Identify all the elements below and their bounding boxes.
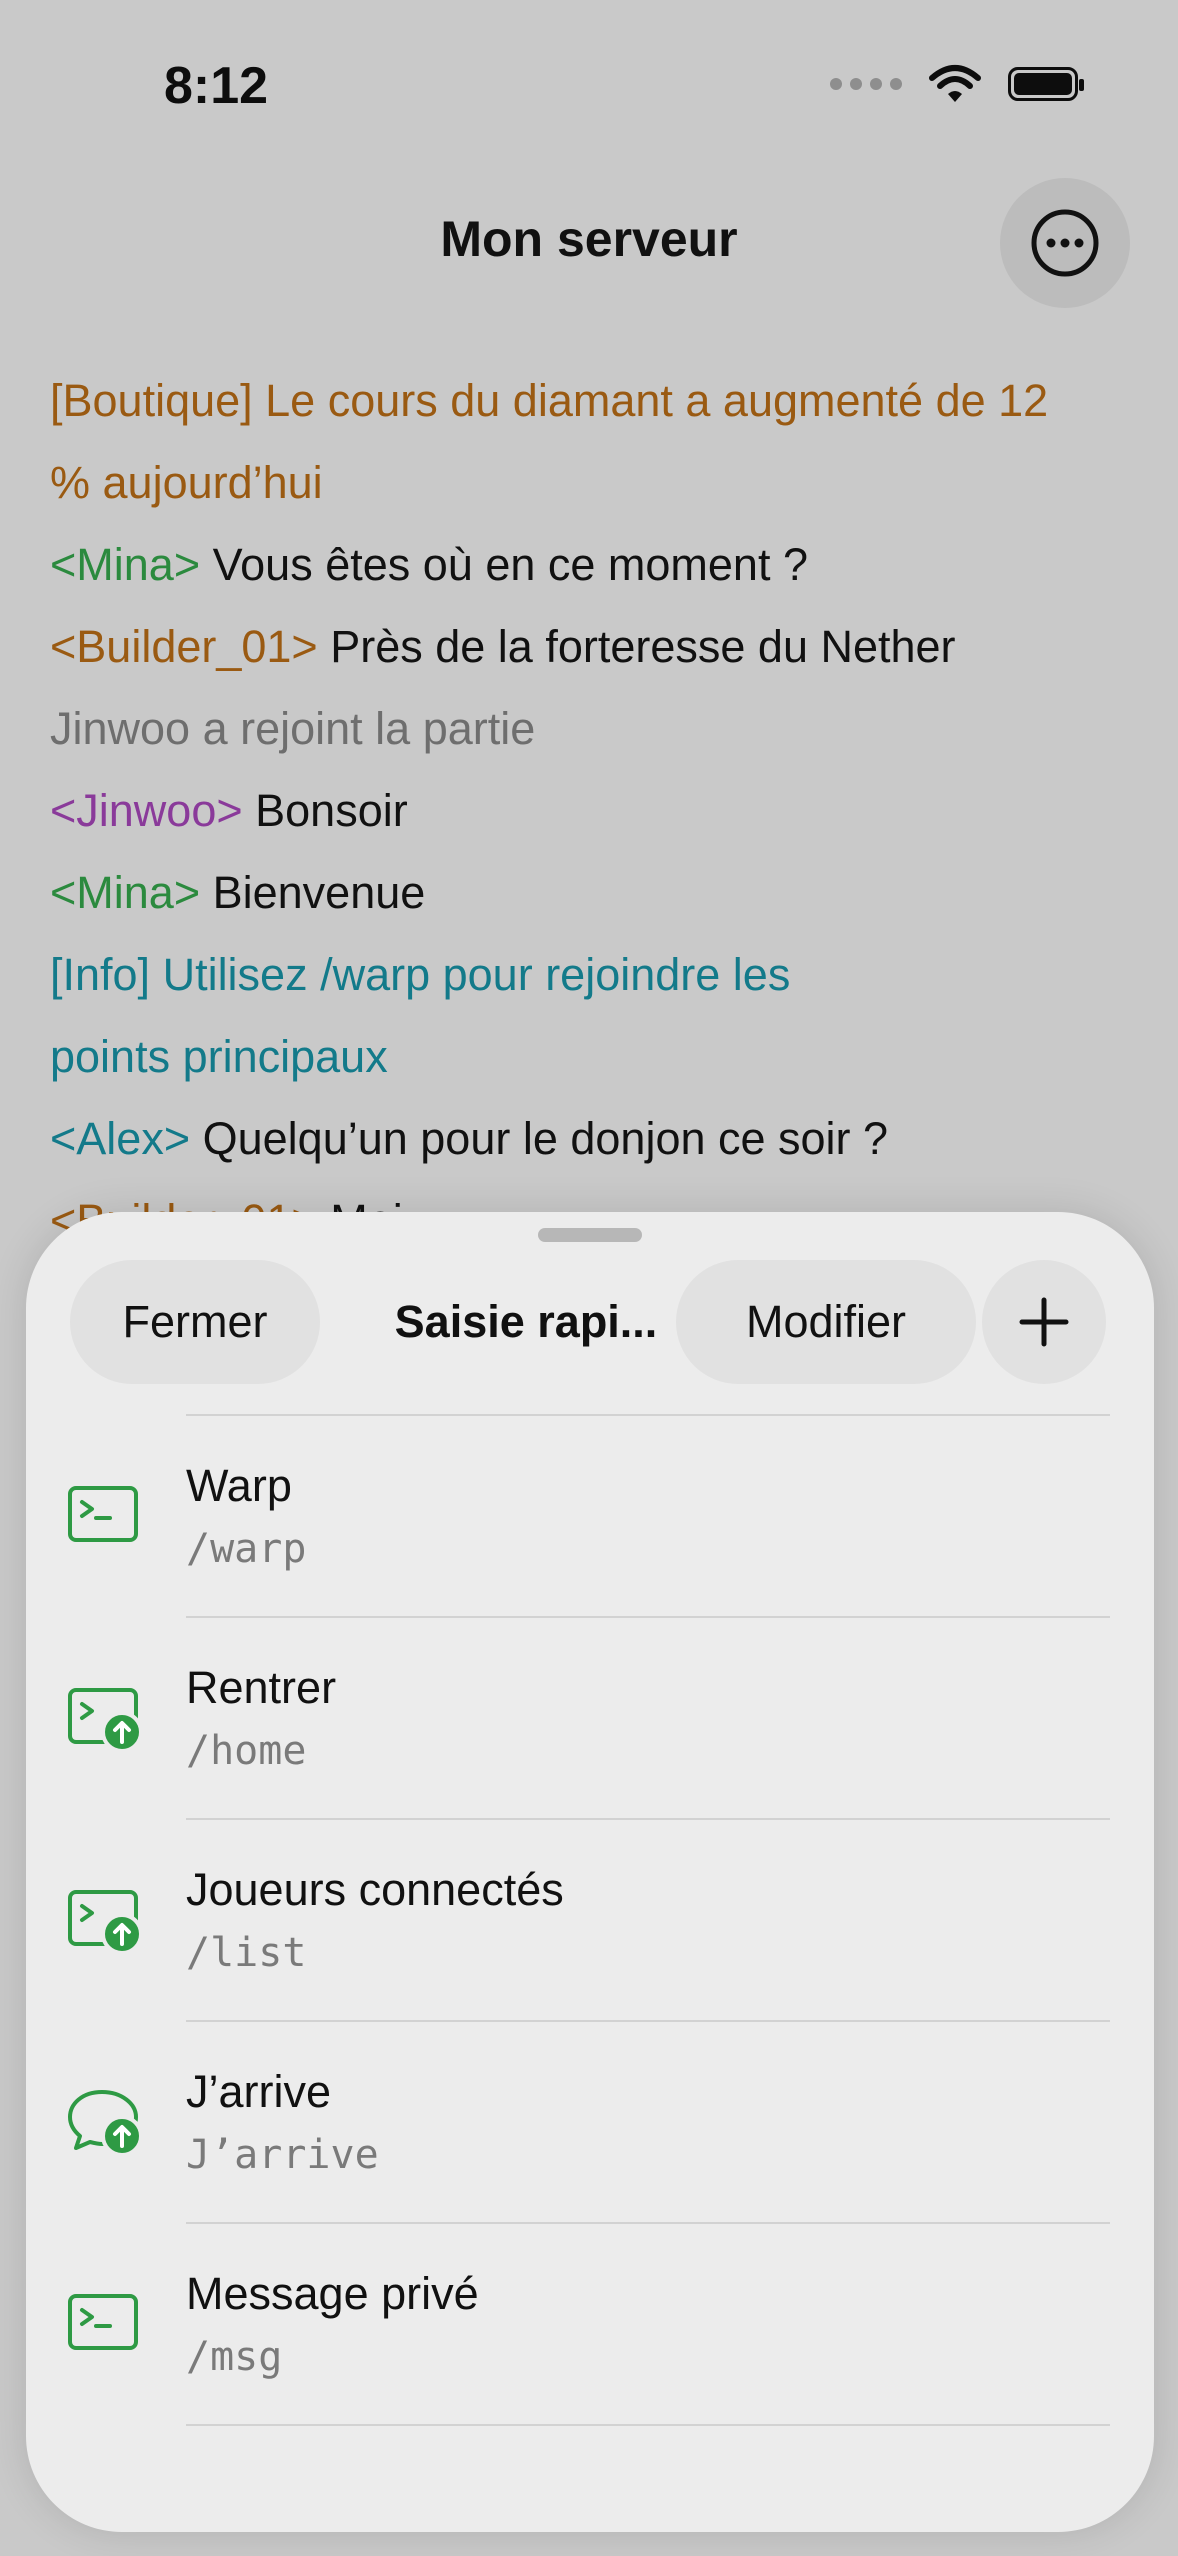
- list-item[interactable]: Rentrer /home: [26, 1618, 1154, 1818]
- wifi-icon: [929, 65, 981, 102]
- item-command: /warp: [186, 1526, 307, 1572]
- terminal-icon: [68, 2294, 138, 2350]
- item-command: J’arrive: [186, 2132, 379, 2178]
- item-command: /msg: [186, 2334, 283, 2380]
- sheet-grabber[interactable]: [538, 1228, 642, 1242]
- chat-line: <Alex> Quelqu’un pour le donjon ce soir …: [50, 1113, 889, 1164]
- player-name: <Mina>: [50, 539, 201, 590]
- player-name: <Builder_01>: [50, 621, 318, 672]
- edit-button[interactable]: Modifier: [676, 1260, 976, 1384]
- terminal-send-icon: [68, 1890, 142, 1954]
- item-title: J’arrive: [186, 2066, 332, 2117]
- player-name: <Mina>: [50, 867, 201, 918]
- item-title: Warp: [186, 1460, 292, 1511]
- player-name: <Jinwoo>: [50, 785, 243, 836]
- chat-line: [Info] Utilisez /warp pour rejoindre les: [50, 949, 791, 1000]
- battery-icon: [1008, 67, 1084, 101]
- sheet-toolbar: Fermer Saisie rapi... Modifier: [26, 1260, 1154, 1384]
- chat-line: points principaux: [50, 1031, 388, 1082]
- item-command: /list: [186, 1930, 307, 1976]
- item-title: Rentrer: [186, 1662, 337, 1713]
- status-time: 8:12: [164, 57, 269, 115]
- more-options-button[interactable]: [1000, 178, 1130, 308]
- list-item[interactable]: Message privé /msg: [26, 2224, 1154, 2424]
- player-name: <Alex>: [50, 1113, 191, 1164]
- list-item[interactable]: Warp /warp: [26, 1416, 1154, 1616]
- item-command: /home: [186, 1728, 307, 1774]
- chat-line: <Mina> Vous êtes où en ce moment ?: [50, 539, 808, 590]
- quick-input-list: Warp /warp Rentrer /home Joueurs connect…: [26, 1414, 1154, 2426]
- sheet-title: Saisie rapi...: [394, 1296, 658, 1347]
- cellular-signal-icon: [830, 78, 902, 90]
- list-item[interactable]: Joueurs connectés /list: [26, 1820, 1154, 2020]
- plus-icon: [1019, 1297, 1069, 1347]
- close-button[interactable]: Fermer: [70, 1260, 320, 1384]
- status-icons: [830, 64, 1084, 104]
- chat-line: % aujourd’hui: [50, 457, 323, 508]
- terminal-icon: [68, 1486, 138, 1542]
- item-title: Joueurs connectés: [186, 1864, 564, 1915]
- add-button[interactable]: [982, 1260, 1106, 1384]
- list-item[interactable]: J’arrive J’arrive: [26, 2022, 1154, 2222]
- chat-line: <Builder_01> Près de la forteresse du Ne…: [50, 621, 956, 672]
- chat-bubble-send-icon: [68, 2090, 142, 2156]
- terminal-send-icon: [68, 1688, 142, 1752]
- ellipsis-circle-icon: [1031, 209, 1099, 277]
- chat-line: <Mina> Bienvenue: [50, 867, 426, 918]
- item-title: Message privé: [186, 2268, 479, 2319]
- chat-log: [Boutique] Le cours du diamant a augment…: [50, 360, 1150, 1262]
- chat-line: [Boutique] Le cours du diamant a augment…: [50, 375, 1049, 426]
- chat-line: <Jinwoo> Bonsoir: [50, 785, 408, 836]
- quick-input-sheet: Fermer Saisie rapi... Modifier Warp /war…: [26, 1212, 1154, 2532]
- chat-line: Jinwoo a rejoint la partie: [50, 703, 536, 754]
